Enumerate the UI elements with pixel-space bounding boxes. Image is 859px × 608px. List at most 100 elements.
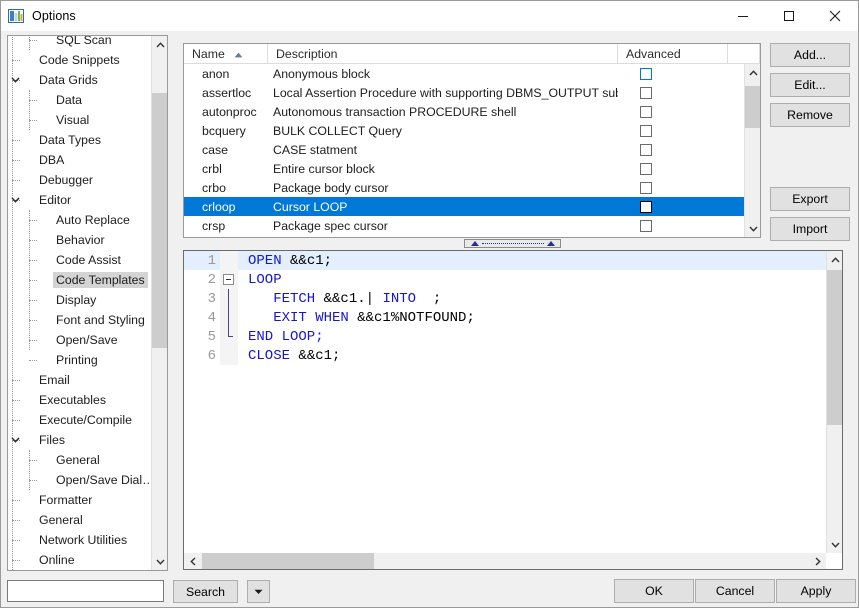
sidebar-item-label: Printing — [56, 353, 98, 367]
export-button[interactable]: Export — [770, 187, 850, 211]
fold-gutter[interactable] — [220, 308, 238, 327]
editor-scroll-down-button[interactable] — [827, 536, 842, 553]
sidebar-item-editor[interactable]: Editor — [8, 190, 151, 210]
code-keyword: LOOP — [248, 271, 282, 288]
cell-description: CASE statment — [273, 142, 358, 157]
column-header-description[interactable]: Description — [268, 44, 618, 64]
fold-gutter[interactable] — [220, 346, 238, 365]
scroll-down-button[interactable] — [152, 553, 167, 570]
advanced-checkbox[interactable] — [640, 200, 652, 213]
fold-gutter[interactable] — [220, 251, 238, 270]
minimize-button[interactable] — [720, 1, 766, 31]
template-code-editor[interactable]: 1 OPEN &&c1; 2 LOOP 3 FETCH &&c1.| INTO ; 4 E… — [183, 250, 843, 570]
advanced-checkbox[interactable] — [640, 219, 652, 232]
panel-splitter[interactable] — [183, 239, 761, 249]
sidebar-item-label: Network Utilities — [39, 533, 128, 547]
tree-connector — [29, 460, 37, 461]
edit-button[interactable]: Edit... — [770, 73, 850, 97]
fold-gutter[interactable] — [220, 327, 238, 346]
cell-description: Local Assertion Procedure with supportin… — [273, 85, 618, 100]
sidebar-item-email[interactable]: Email — [8, 370, 151, 390]
advanced-checkbox[interactable] — [640, 143, 652, 156]
add-button[interactable]: Add... — [770, 43, 850, 67]
sidebar-item-dba[interactable]: DBA — [8, 150, 151, 170]
advanced-checkbox[interactable] — [640, 105, 652, 118]
import-button[interactable]: Import — [770, 217, 850, 241]
tree-connector — [29, 300, 37, 301]
maximize-button[interactable] — [766, 1, 812, 31]
column-header-advanced[interactable]: Advanced — [618, 44, 728, 64]
advanced-checkbox[interactable] — [640, 86, 652, 99]
settings-tree-scrollbar[interactable] — [151, 36, 167, 570]
table-row[interactable]: bcquery BULK COLLECT Query — [184, 121, 744, 140]
table-row[interactable]: case CASE statment — [184, 140, 744, 159]
sidebar-item-data-grids[interactable]: Data Grids — [8, 70, 151, 90]
apply-button[interactable]: Apply — [776, 579, 856, 603]
scroll-thumb[interactable] — [152, 93, 167, 348]
cell-advanced — [618, 162, 728, 175]
editor-scroll-thumb[interactable] — [827, 270, 842, 425]
table-row[interactable]: crtCREATE TABLE AS Query — [184, 235, 744, 237]
cell-advanced — [618, 67, 728, 80]
list-scroll-down-button[interactable] — [745, 220, 760, 237]
sidebar-item-files[interactable]: Files — [8, 430, 151, 450]
advanced-checkbox[interactable] — [640, 124, 652, 137]
remove-button[interactable]: Remove — [770, 103, 850, 127]
table-row[interactable]: crsp Package spec cursor — [184, 216, 744, 235]
settings-tree[interactable]: SQL Scan Code Snippets Data Grids Data Visua… — [7, 35, 168, 571]
editor-hscroll-thumb[interactable] — [202, 553, 374, 569]
chevron-down-icon[interactable] — [8, 70, 23, 90]
cancel-button[interactable]: Cancel — [695, 579, 775, 603]
search-input[interactable] — [7, 580, 164, 602]
editor-vscrollbar[interactable] — [826, 251, 842, 553]
editor-scroll-up-button[interactable] — [827, 251, 842, 268]
list-scroll-up-button[interactable] — [745, 64, 760, 81]
column-header-name[interactable]: Name — [184, 44, 268, 64]
code-plain: ; — [416, 290, 442, 307]
code-plain: &&c1%NOTFOUND; — [348, 309, 475, 326]
table-row[interactable]: anon Anonymous block — [184, 64, 744, 83]
advanced-checkbox[interactable] — [640, 162, 652, 175]
advanced-checkbox[interactable] — [640, 181, 652, 194]
sidebar-item-network-utilities[interactable]: Network Utilities — [8, 530, 151, 550]
search-button[interactable]: Search — [173, 580, 238, 603]
scroll-up-button[interactable] — [152, 36, 167, 53]
editor-viewport[interactable]: 1 OPEN &&c1; 2 LOOP 3 FETCH &&c1.| INTO ; 4 E… — [184, 251, 826, 553]
chevron-down-icon[interactable] — [8, 190, 23, 210]
fold-collapse-icon[interactable] — [223, 274, 234, 285]
advanced-checkbox[interactable] — [640, 67, 652, 80]
sidebar-item-general[interactable]: General — [8, 510, 151, 530]
chevron-down-icon — [830, 542, 840, 548]
sidebar-item-data-types[interactable]: Data Types — [8, 130, 151, 150]
close-button[interactable] — [812, 1, 858, 31]
sidebar-item-formatter[interactable]: Formatter — [8, 490, 151, 510]
sidebar-item-debugger[interactable]: Debugger — [8, 170, 151, 190]
table-row[interactable]: autonproc Autonomous transaction PROCEDUR… — [184, 102, 744, 121]
sidebar-item-label: Behavior — [56, 233, 105, 247]
editor-scroll-right-button[interactable] — [809, 553, 826, 569]
sidebar-item-label: Formatter — [39, 493, 93, 507]
table-row[interactable]: crbl Entire cursor block — [184, 159, 744, 178]
sidebar-item-code-snippets[interactable]: Code Snippets — [8, 50, 151, 70]
code-templates-list[interactable]: Name Description Advanced anon Anonymous bl… — [183, 43, 761, 238]
table-row[interactable]: crloop Cursor LOOP — [184, 197, 744, 216]
sidebar-item-online[interactable]: Online — [8, 550, 151, 570]
editor-scroll-left-button[interactable] — [184, 553, 201, 569]
column-header-blank[interactable] — [728, 44, 760, 64]
sidebar-item-execute-compile[interactable]: Execute/Compile — [8, 410, 151, 430]
list-scroll-thumb[interactable] — [745, 86, 760, 128]
ok-button[interactable]: OK — [614, 579, 694, 603]
list-scrollbar[interactable] — [744, 64, 760, 237]
splitter-grip[interactable] — [464, 239, 561, 248]
table-row[interactable]: assertloc Local Assertion Procedure with … — [184, 83, 744, 102]
fold-gutter[interactable] — [220, 289, 238, 308]
editor-hscrollbar[interactable] — [184, 553, 826, 569]
cell-advanced — [618, 200, 728, 213]
chevron-down-icon[interactable] — [8, 430, 23, 450]
tree-spine — [12, 36, 13, 570]
table-row[interactable]: crbo Package body cursor — [184, 178, 744, 197]
sidebar-item-executables[interactable]: Executables — [8, 390, 151, 410]
search-options-dropdown[interactable] — [247, 580, 270, 603]
sidebar-item-printing[interactable]: Printing — [8, 350, 151, 370]
fold-gutter[interactable] — [220, 270, 238, 289]
